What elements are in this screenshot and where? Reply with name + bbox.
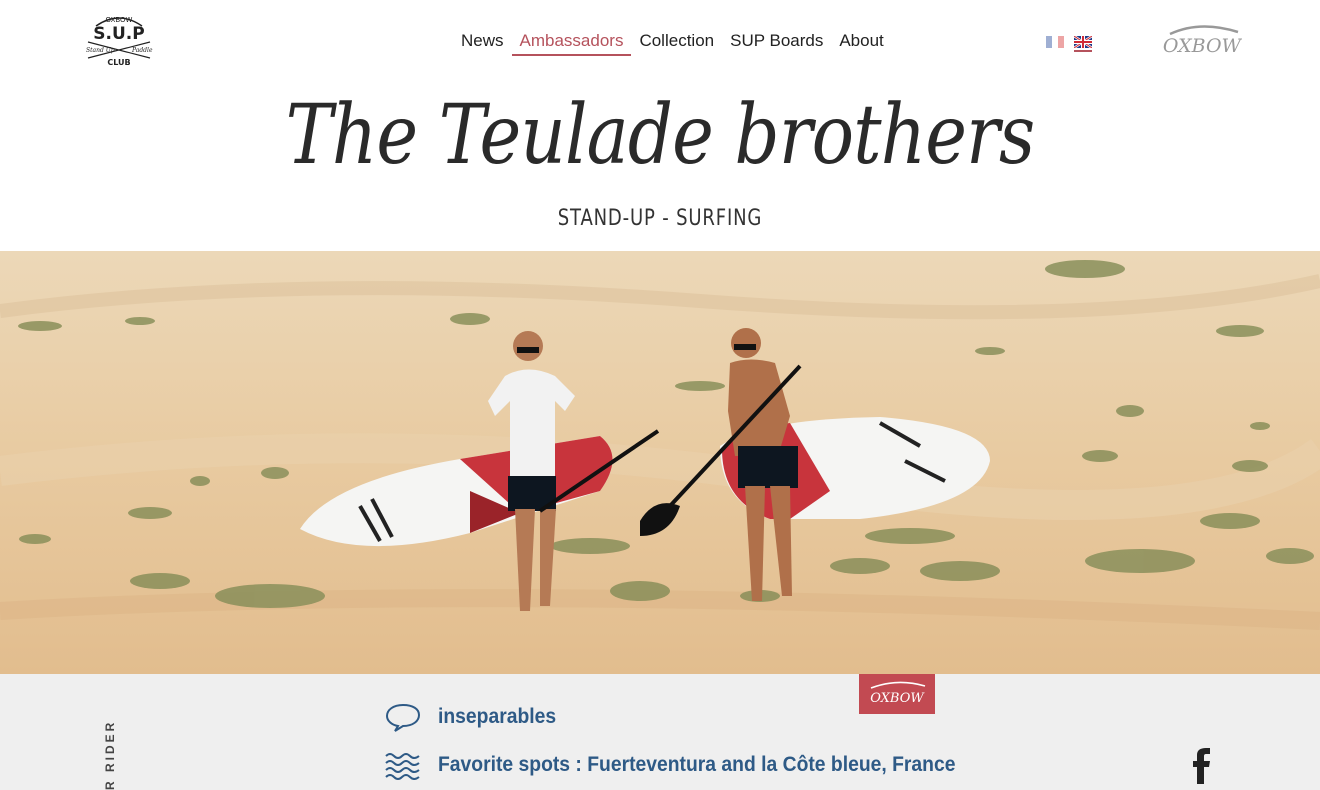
nav-collection[interactable]: Collection [631, 30, 722, 56]
svg-text:OXBOW: OXBOW [106, 16, 133, 24]
nav-about[interactable]: About [831, 30, 891, 56]
detail-row-favorite-spots: Favorite spots : Fuerteventura and la Cô… [385, 750, 1000, 780]
nav-sup-boards[interactable]: SUP Boards [722, 30, 831, 56]
svg-text:S.U.P: S.U.P [93, 24, 144, 44]
svg-text:Paddle: Paddle [131, 47, 153, 54]
hero-image [0, 251, 1320, 674]
detail-text: inseparables [438, 705, 557, 728]
language-switcher [1046, 36, 1092, 52]
french-flag-icon[interactable] [1046, 36, 1064, 48]
nav-news[interactable]: News [458, 30, 512, 56]
main-nav: News Ambassadors Collection SUP Boards A… [458, 30, 892, 56]
sup-club-logo[interactable]: OXBOW S.U.P Stand Up Paddle CLUB [82, 12, 156, 68]
svg-text:OXBOW: OXBOW [870, 691, 925, 706]
svg-text:Stand Up: Stand Up [86, 47, 115, 54]
english-flag-wrapper [1074, 36, 1092, 52]
page-title: The Teulade brothers [285, 88, 1036, 183]
speech-bubble-icon [385, 703, 421, 732]
detail-row-inseparables: inseparables [385, 702, 566, 732]
waves-icon [385, 753, 420, 780]
page-subtitle: STAND-UP - SURFING [557, 206, 763, 231]
nav-ambassadors[interactable]: Ambassadors [511, 30, 632, 56]
desert-sup-photo [0, 251, 1320, 674]
svg-text:OXBOW: OXBOW [1163, 35, 1242, 57]
vertical-rider-label: R RIDER [103, 719, 117, 790]
facebook-icon[interactable] [1190, 748, 1214, 784]
svg-text:CLUB: CLUB [107, 58, 130, 67]
oxbow-badge: OXBOW [859, 674, 935, 714]
site-header: OXBOW S.U.P Stand Up Paddle CLUB News Am… [0, 0, 1320, 85]
english-flag-icon[interactable] [1074, 36, 1092, 48]
detail-text: Favorite spots : Fuerteventura and la Cô… [438, 753, 956, 776]
oxbow-brand-logo[interactable]: OXBOW [1160, 22, 1242, 58]
